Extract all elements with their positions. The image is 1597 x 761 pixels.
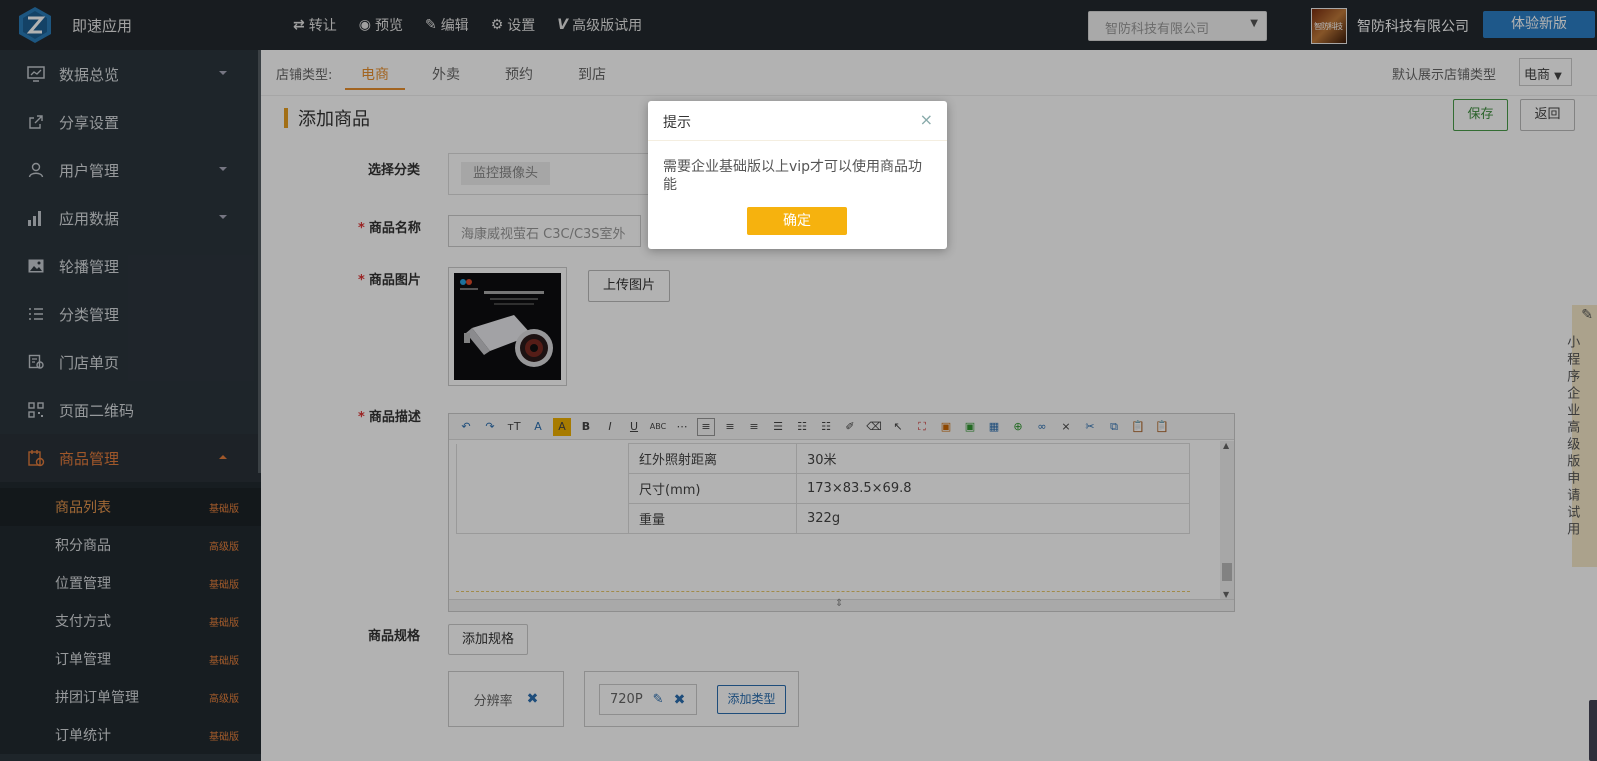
close-icon[interactable]: × (920, 110, 933, 129)
confirm-button[interactable]: 确定 (747, 207, 847, 235)
dialog-message: 需要企业基础版以上vip才可以使用商品功能 (663, 159, 923, 193)
dialog-title: 提示 (663, 115, 691, 131)
alert-dialog: 提示 × 需要企业基础版以上vip才可以使用商品功能 确定 (648, 101, 947, 249)
dialog-header: 提示 × (648, 101, 947, 141)
